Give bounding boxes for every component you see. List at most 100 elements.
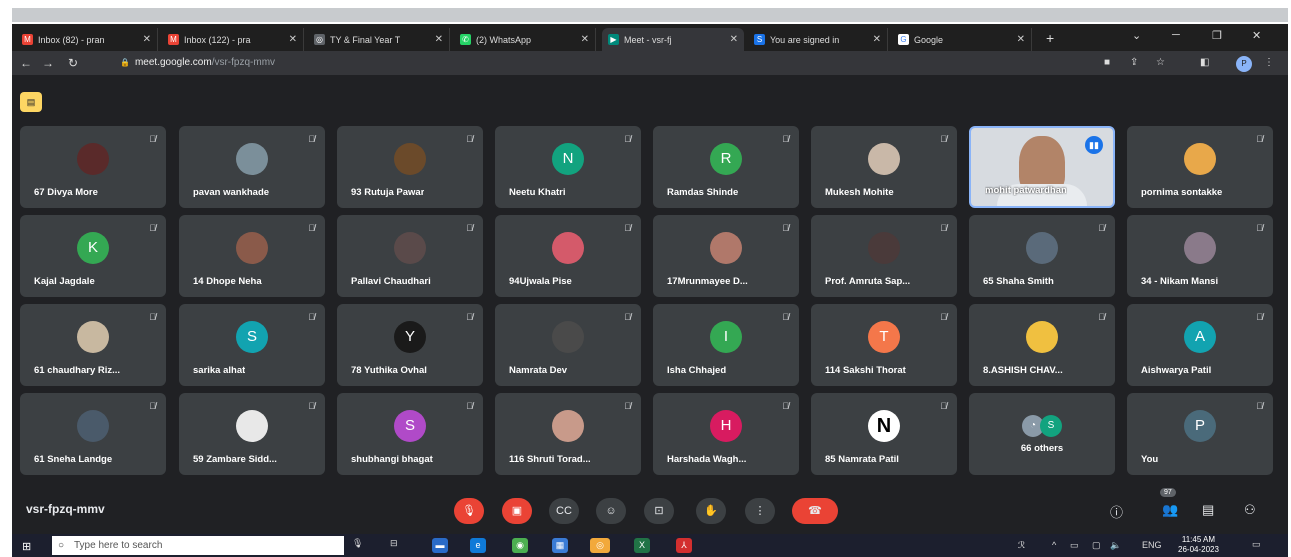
participant-tile[interactable]: I Isha Chhajed 🎙̸ <box>653 304 799 386</box>
participant-tile[interactable]: 94Ujwala Pise 🎙̸ <box>495 215 641 297</box>
browser-tab[interactable]: ✆ (2) WhatsApp ✕ <box>454 28 596 51</box>
minimize-icon[interactable]: ─ <box>1172 29 1180 41</box>
restore-icon[interactable]: ❐ <box>1212 29 1222 42</box>
browser-tab[interactable]: M Inbox (122) - pra ✕ <box>162 28 304 51</box>
participant-tile[interactable]: ▮▮ mohit patwardhan <box>969 126 1115 208</box>
participant-tile[interactable]: T 114 Sakshi Thorat 🎙̸ <box>811 304 957 386</box>
participant-tile[interactable]: 34 - Nikam Mansi 🎙̸ <box>1127 215 1273 297</box>
edge-icon[interactable]: e <box>470 538 486 553</box>
browser-tab[interactable]: S You are signed in ✕ <box>748 28 888 51</box>
participant-tile[interactable]: ◔ S 66 others <box>969 393 1115 475</box>
mic-muted-icon: 🎙̸ <box>466 401 473 411</box>
language-indicator[interactable]: ENG <box>1142 540 1162 550</box>
sidepanel-icon[interactable]: ◧ <box>1200 57 1209 68</box>
people-tray-icon[interactable]: ℛ <box>1018 540 1025 551</box>
microphone-icon[interactable]: 🎙 <box>352 538 363 549</box>
chrome-icon[interactable]: ◎ <box>590 538 610 553</box>
participant-tile[interactable]: pavan wankhade 🎙̸ <box>179 126 325 208</box>
profile-avatar[interactable]: P <box>1236 56 1252 72</box>
meeting-info-icon[interactable]: ⓘ <box>1110 502 1123 521</box>
menu-kebab-icon[interactable]: ⋮ <box>1264 57 1274 68</box>
notifications-icon[interactable]: ▭ <box>1252 539 1261 550</box>
participant-tile[interactable]: P You 🎙̸ <box>1127 393 1273 475</box>
participant-tile[interactable]: Sshubhangi bhagat 🎙̸ <box>337 393 483 475</box>
close-tab-icon[interactable]: ✕ <box>285 34 297 45</box>
whatsapp-icon: ✆ <box>460 34 471 45</box>
participant-tile[interactable]: R Ramdas Shinde 🎙̸ <box>653 126 799 208</box>
taskbar-search-input[interactable]: ○ Type here to search <box>52 536 344 555</box>
participant-tile[interactable]: Mukesh Mohite 🎙̸ <box>811 126 957 208</box>
participant-tile[interactable]: 61 Sneha Landge 🎙̸ <box>20 393 166 475</box>
participant-tile[interactable]: N Neetu Khatri 🎙̸ <box>495 126 641 208</box>
mic-off-button[interactable]: 🎙 <box>454 498 484 524</box>
participant-tile[interactable]: 116 Shruti Torad... 🎙̸ <box>495 393 641 475</box>
participant-tile[interactable]: 59 Zambare Sidd... 🎙̸ <box>179 393 325 475</box>
participant-tile[interactable]: Pallavi Chaudhari 🎙̸ <box>337 215 483 297</box>
taskbar-app-icon[interactable]: ▦ <box>552 538 568 553</box>
mic-muted-icon: 🎙̸ <box>1098 312 1105 322</box>
browser-tab[interactable]: ▶ Meet - vsr-fj ✕ <box>602 28 744 51</box>
present-button[interactable]: ⊡ <box>644 498 674 524</box>
participant-tile[interactable]: 65 Shaha Smith 🎙̸ <box>969 215 1115 297</box>
new-tab-button[interactable]: + <box>1046 30 1054 46</box>
participant-tile[interactable]: 61 chaudhary Riz... 🎙̸ <box>20 304 166 386</box>
excel-icon[interactable]: X <box>634 538 650 553</box>
display-icon[interactable]: ▢ <box>1092 540 1101 551</box>
captions-pin-icon[interactable]: ▤ <box>20 92 42 112</box>
tab-search-icon[interactable]: ⌄ <box>1132 29 1141 42</box>
participant-tile[interactable]: N 85 Namrata Patil 🎙̸ <box>811 393 957 475</box>
back-icon[interactable]: ← <box>20 56 32 70</box>
activities-icon[interactable]: ⚇ <box>1244 502 1256 518</box>
participant-tile[interactable]: pornima sontakke 🎙̸ <box>1127 126 1273 208</box>
participant-tile[interactable]: K Kajal Jagdale 🎙̸ <box>20 215 166 297</box>
close-tab-icon[interactable]: ✕ <box>1013 34 1025 45</box>
reload-icon[interactable]: ↻ <box>68 56 78 70</box>
tray-chevron-icon[interactable]: ^ <box>1052 540 1056 550</box>
pdf-icon[interactable]: ⅄ <box>676 538 692 553</box>
more-options-button[interactable]: ⋮ <box>745 498 775 524</box>
close-window-icon[interactable]: ✕ <box>1252 29 1261 42</box>
browser-tab[interactable]: ◎ TY & Final Year T ✕ <box>308 28 450 51</box>
taskbar-app-icon[interactable]: ◉ <box>512 538 528 553</box>
url-host: meet.google.com <box>134 57 212 68</box>
camera-off-button[interactable]: ▣ <box>502 498 532 524</box>
people-icon[interactable]: 👥 <box>1162 502 1178 518</box>
clock[interactable]: 11:45 AM 26-04-2023 <box>1178 535 1219 555</box>
network-icon[interactable]: ▭ <box>1070 540 1079 551</box>
captions-button[interactable]: CC <box>549 498 579 524</box>
taskbar-app-icon[interactable]: ▬ <box>432 538 448 553</box>
close-tab-icon[interactable]: ✕ <box>431 34 443 45</box>
participant-tile[interactable]: 14 Dhope Neha 🎙̸ <box>179 215 325 297</box>
participant-tile[interactable]: Y 78 Yuthika Ovhal 🎙̸ <box>337 304 483 386</box>
close-tab-icon[interactable]: ✕ <box>869 34 881 45</box>
camera-icon[interactable]: ■ <box>1104 57 1110 68</box>
browser-tab[interactable]: M Inbox (82) - pran ✕ <box>16 28 158 51</box>
participant-tile[interactable]: Namrata Dev 🎙̸ <box>495 304 641 386</box>
close-tab-icon[interactable]: ✕ <box>139 34 151 45</box>
chat-icon[interactable]: ▤ <box>1202 502 1214 518</box>
participant-tile[interactable]: 93 Rutuja Pawar 🎙̸ <box>337 126 483 208</box>
participant-tile[interactable]: 17Mrunmayee D... 🎙̸ <box>653 215 799 297</box>
avatar: K <box>77 231 109 264</box>
forward-icon[interactable]: → <box>42 56 54 70</box>
participant-tile[interactable]: Prof. Amruta Sap... 🎙̸ <box>811 215 957 297</box>
emoji-button[interactable]: ☺ <box>596 498 626 524</box>
participant-tile[interactable]: H Harshada Wagh... 🎙̸ <box>653 393 799 475</box>
share-icon[interactable]: ⇪ <box>1130 57 1138 68</box>
bookmark-star-icon[interactable]: ☆ <box>1156 57 1165 68</box>
participant-name: pavan wankhade <box>193 187 270 198</box>
participant-tile[interactable]: Ssarika alhat 🎙̸ <box>179 304 325 386</box>
browser-tab[interactable]: G Google ✕ <box>892 28 1032 51</box>
windows-start-icon[interactable]: ⊞ <box>22 540 31 553</box>
close-tab-icon[interactable]: ✕ <box>726 34 738 45</box>
task-view-icon[interactable]: ⊟ <box>390 538 398 549</box>
address-bar[interactable]: 🔒 meet.google.com/vsr-fpzq-mmv <box>120 54 1120 72</box>
close-tab-icon[interactable]: ✕ <box>577 34 589 45</box>
participant-tile[interactable]: 8.ASHISH CHAV... 🎙̸ <box>969 304 1115 386</box>
leave-call-button[interactable]: ☎ <box>792 498 838 524</box>
avatar <box>236 409 268 442</box>
participant-tile[interactable]: A Aishwarya Patil 🎙̸ <box>1127 304 1273 386</box>
participant-tile[interactable]: 67 Divya More 🎙̸ <box>20 126 166 208</box>
raise-hand-button[interactable]: ✋ <box>696 498 726 524</box>
volume-icon[interactable]: 🔈 <box>1110 540 1121 551</box>
